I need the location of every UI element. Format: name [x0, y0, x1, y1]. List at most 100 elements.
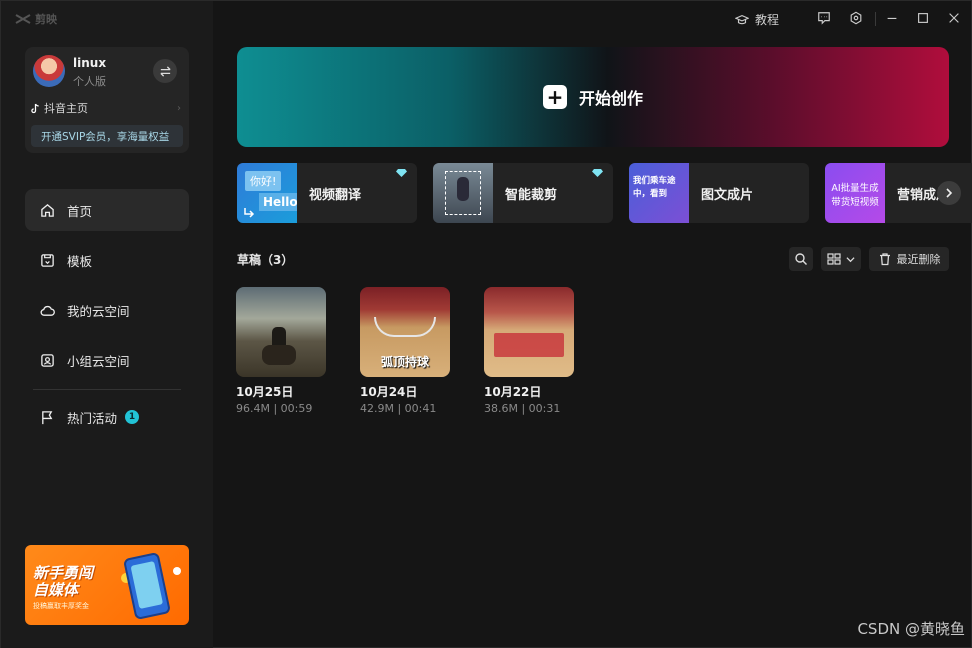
draft-card[interactable]: 弧顶持球 10月24日 42.9M | 00:41 [360, 287, 450, 415]
draft-date: 10月25日 [236, 385, 294, 399]
drafts-header: 草稿（3） [237, 253, 294, 267]
tool-label: 图文成片 [701, 188, 754, 203]
svip-banner[interactable]: 开通SVIP会员，享海量权益 [31, 125, 183, 147]
chevron-down-icon [846, 256, 855, 262]
tool-text-to-video[interactable]: 我们乘车途中，看到 图文成片 [629, 163, 809, 223]
court-arc [374, 317, 436, 337]
draft-thumbnail[interactable]: 弧顶持球 [360, 287, 450, 377]
phone-illustration [122, 551, 172, 621]
diamond-icon [396, 169, 407, 177]
settings-button[interactable] [849, 11, 863, 25]
thumb-caption: 我们乘车途中，看到 [633, 176, 676, 199]
sidebar-item-events[interactable]: 热门活动 1 [25, 396, 189, 438]
app-window: 剪映 linux 个人版 抖音主页 › 开通SVIP会员，享海量权益 首页 模板… [0, 0, 972, 648]
sidebar-item-label: 模板 [67, 253, 93, 269]
promo-title: 新手勇闯 自媒体 [33, 565, 93, 599]
marketing-video-thumbnail: AI批量生成 带货短视频 [825, 163, 885, 223]
sidebar-item-label: 小组云空间 [67, 353, 130, 369]
profile-card: linux 个人版 抖音主页 › 开通SVIP会员，享海量权益 [25, 47, 189, 153]
tool-label: 视频翻译 [309, 188, 362, 203]
capcut-logo-icon [15, 14, 31, 24]
video-translate-thumbnail: 你好! Hello [237, 163, 297, 223]
smart-crop-thumbnail [433, 163, 493, 223]
draft-card[interactable]: 10月22日 38.6M | 00:31 [484, 287, 574, 415]
minimize-button[interactable] [885, 11, 899, 25]
draft-date: 10月22日 [484, 385, 542, 399]
feedback-button[interactable] [817, 11, 831, 25]
promo-banner[interactable]: 新手勇闯 自媒体 投稿赢取丰厚奖金 [25, 545, 189, 625]
text-to-video-thumbnail: 我们乘车途中，看到 [629, 163, 689, 223]
sidebar-nav: 首页 模板 我的云空间 小组云空间 热门活动 1 [25, 189, 189, 446]
nav-divider [33, 389, 181, 390]
tool-smart-crop[interactable]: 智能裁剪 [433, 163, 613, 223]
graduation-cap-icon [735, 14, 749, 24]
trash-icon [879, 253, 890, 266]
promo-title-line2: 自媒体 [33, 581, 79, 599]
draft-thumbnail[interactable] [484, 287, 574, 377]
sidebar-item-label: 热门活动 [67, 410, 118, 426]
notification-badge: 1 [125, 410, 140, 424]
template-icon [41, 253, 54, 267]
minimize-icon [887, 17, 897, 20]
court-paint [494, 333, 564, 357]
recently-deleted-button[interactable]: 最近删除 [869, 247, 949, 271]
home-icon [41, 203, 54, 217]
tutorial-button[interactable]: 教程 [735, 11, 779, 28]
recently-deleted-label: 最近删除 [896, 253, 941, 266]
horse-figure [262, 345, 296, 365]
switch-account-button[interactable] [153, 59, 177, 83]
close-button[interactable] [947, 11, 961, 25]
username: linux [73, 56, 107, 70]
avatar[interactable] [33, 55, 65, 87]
tool-video-translate[interactable]: 你好! Hello 视频翻译 [237, 163, 417, 223]
watermark: CSDN @黄晓鱼 [857, 620, 965, 638]
tutorial-label: 教程 [755, 13, 780, 27]
diamond-icon [592, 169, 603, 177]
start-creation-label: 开始创作 [578, 89, 643, 108]
sidebar-item-my-cloud[interactable]: 我的云空间 [25, 289, 189, 331]
app-logo: 剪映 [15, 11, 57, 27]
tool-cards-row: 你好! Hello 视频翻译 智能裁剪 我们乘车途中，看到 图文成片 AI批量生… [237, 163, 972, 223]
sparkle-decoration [173, 567, 181, 575]
douyin-homepage-link[interactable]: 抖音主页 › [31, 100, 181, 116]
douyin-icon [31, 103, 39, 113]
tool-label: 智能裁剪 [505, 188, 558, 203]
swap-icon [159, 65, 171, 77]
maximize-icon [918, 13, 928, 23]
flag-icon [42, 410, 53, 424]
sidebar-item-label: 首页 [67, 203, 93, 219]
douyin-label: 抖音主页 [44, 102, 88, 115]
thumb-text-line1: AI批量生成 [831, 183, 879, 194]
sidebar: 剪映 linux 个人版 抖音主页 › 开通SVIP会员，享海量权益 首页 模板… [1, 1, 213, 648]
chevron-right-icon: › [177, 102, 181, 114]
draft-meta: 96.4M | 00:59 [236, 402, 313, 415]
scroll-right-button[interactable] [937, 181, 961, 205]
search-drafts-button[interactable] [789, 247, 813, 271]
thumb-text-hello-en: Hello [259, 193, 297, 211]
promo-title-line1: 新手勇闯 [33, 564, 94, 582]
arrow-icon [244, 208, 255, 218]
draft-card[interactable]: 10月25日 96.4M | 00:59 [236, 287, 326, 415]
title-bar: 教程 [213, 1, 971, 37]
titlebar-separator [875, 12, 876, 26]
view-mode-dropdown[interactable] [821, 247, 861, 271]
thumb-text-line2: 带货短视频 [831, 197, 879, 208]
plus-icon: + [542, 85, 567, 109]
sidebar-item-home[interactable]: 首页 [25, 189, 189, 231]
message-icon [818, 12, 830, 25]
gear-icon [850, 11, 862, 25]
draft-meta: 38.6M | 00:31 [484, 402, 561, 415]
draft-date: 10月24日 [360, 385, 418, 399]
chevron-right-icon [946, 188, 953, 198]
maximize-button[interactable] [916, 11, 930, 25]
sidebar-item-templates[interactable]: 模板 [25, 239, 189, 281]
thumb-text-hello-cn: 你好! [245, 171, 282, 191]
draft-thumbnail[interactable] [236, 287, 326, 377]
draft-meta: 42.9M | 00:41 [360, 402, 437, 415]
sidebar-item-label: 我的云空间 [67, 303, 130, 319]
team-cloud-icon [41, 353, 54, 367]
grid-view-icon [827, 253, 841, 265]
sidebar-item-team-cloud[interactable]: 小组云空间 [25, 339, 189, 381]
start-creation-button[interactable]: + 开始创作 [237, 47, 949, 147]
draft-overlay-text: 弧顶持球 [380, 355, 429, 369]
